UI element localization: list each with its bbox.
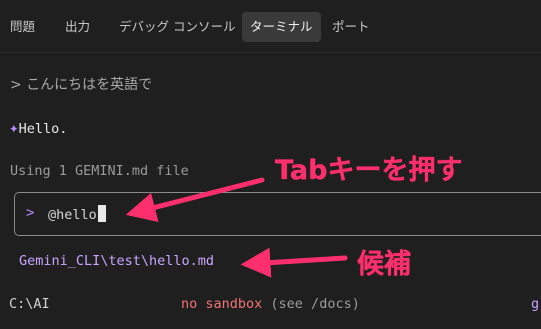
status-cwd: C:\AI bbox=[9, 296, 50, 312]
sandbox-hint: (see /docs) bbox=[270, 296, 360, 312]
reply-text: Hello. bbox=[18, 121, 68, 137]
status-sandbox: no sandbox (see /docs) bbox=[181, 296, 360, 312]
tab-ports[interactable]: ポート bbox=[332, 12, 370, 42]
file-suggestion[interactable]: Gemini_CLI\test\hello.md bbox=[19, 253, 214, 269]
input-prompt-chevron: > bbox=[26, 205, 35, 221]
user-prompt-text: こんにちはを英語で bbox=[26, 77, 153, 93]
annotation-candidate: 候補 bbox=[357, 249, 411, 280]
prompt-input-box[interactable]: > @hello bbox=[14, 192, 541, 236]
arrow-to-suggestion bbox=[240, 247, 348, 278]
gemini-reply-line: ✦Hello. bbox=[9, 118, 67, 137]
tab-problems[interactable]: 問題 bbox=[10, 12, 35, 42]
tab-terminal[interactable]: ターミナル bbox=[242, 12, 321, 42]
panel-tab-bar: 問題 出力 デバッグ コンソール ターミナル ポート bbox=[0, 0, 541, 53]
text-cursor bbox=[97, 205, 106, 222]
prompt-input[interactable]: @hello bbox=[48, 205, 106, 223]
prompt-chevron: > bbox=[10, 77, 22, 93]
status-model-clipped: g bbox=[531, 296, 540, 312]
prompt-input-value: @hello bbox=[48, 207, 97, 223]
annotation-tab-key: Tabキーを押す bbox=[275, 155, 463, 186]
sandbox-label: no sandbox bbox=[181, 296, 263, 312]
sparkle-icon: ✦ bbox=[9, 118, 19, 137]
user-prompt-line: > こんにちはを英語で bbox=[10, 74, 152, 94]
context-file-line: Using 1 GEMINI.md file bbox=[10, 163, 189, 179]
tab-debug-console[interactable]: デバッグ コンソール bbox=[119, 12, 235, 42]
tab-output[interactable]: 出力 bbox=[65, 12, 90, 42]
